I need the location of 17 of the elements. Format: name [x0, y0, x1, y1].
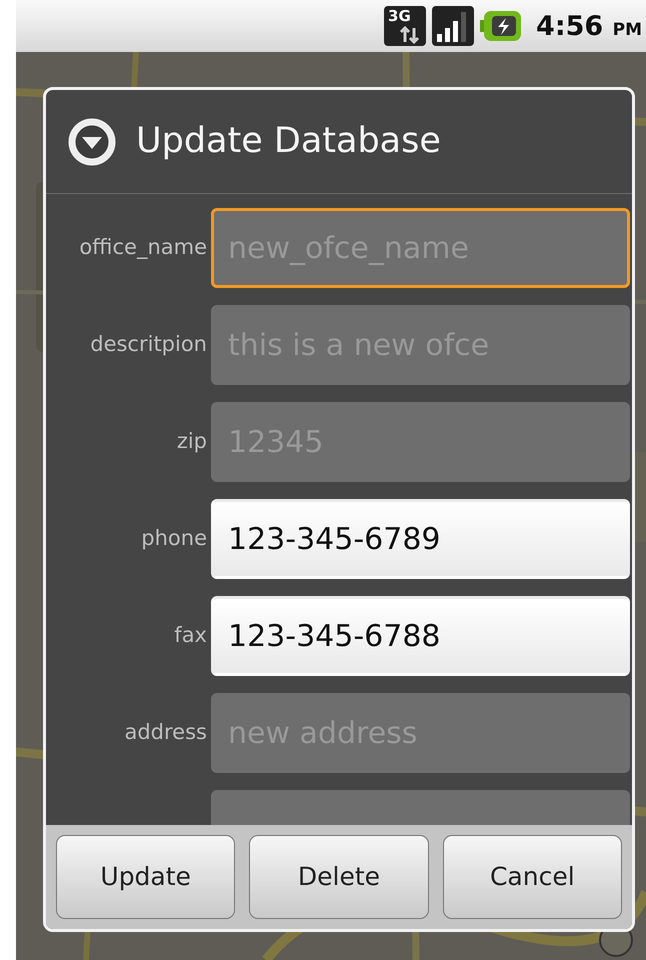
- field-label: zip: [176, 428, 207, 456]
- field-label: fax: [173, 622, 207, 650]
- network-icon: [384, 6, 426, 46]
- dialog-button[interactable]: Delete: [249, 835, 429, 919]
- clock: 4:56 PM: [536, 12, 642, 40]
- input-field[interactable]: 123-345-6789: [211, 499, 630, 579]
- dialog-title: Update Database: [136, 120, 441, 164]
- dropdown-icon: [68, 118, 116, 166]
- field-label: office_name: [78, 234, 207, 262]
- network-type: 3G: [388, 6, 411, 26]
- input-field[interactable]: 123-345-6788: [211, 596, 630, 676]
- dialog-button[interactable]: Update: [56, 835, 236, 919]
- field-label: phone: [140, 525, 207, 552]
- signal-icon: [432, 6, 474, 46]
- dialog-button[interactable]: Cancel: [442, 835, 622, 919]
- field-label: address: [123, 719, 207, 746]
- field-label: descritpion: [89, 331, 207, 358]
